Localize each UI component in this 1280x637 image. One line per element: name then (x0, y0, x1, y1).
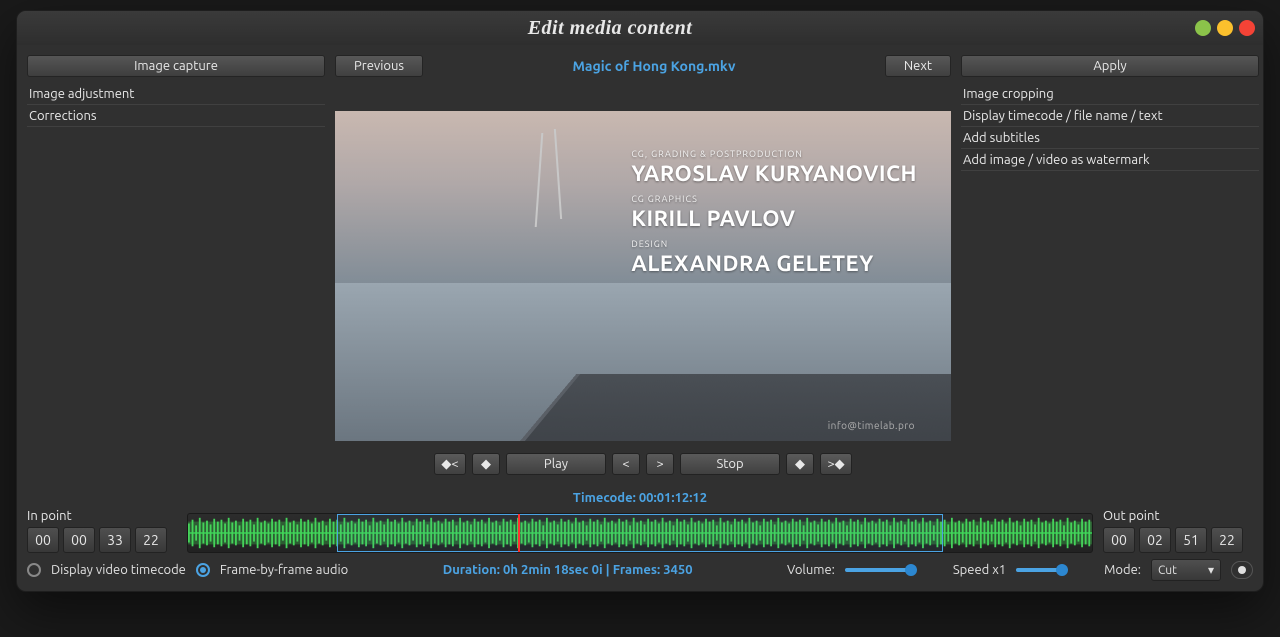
credits-role-3: DESIGN (631, 239, 917, 249)
maximize-button[interactable] (1217, 20, 1233, 36)
main-area: Image capture Image adjustment Correctio… (17, 45, 1263, 485)
step-forward-marker-button[interactable]: ◆ (786, 453, 814, 475)
timeline-area: Timecode: 00:01:12:12 In point 00 00 33 … (17, 485, 1263, 591)
credits-name-3: ALEXANDRA GELETEY (631, 251, 917, 276)
go-to-out-point-button[interactable]: >◆ (820, 453, 852, 475)
duration-label: Duration: 0h 2min 18sec 0i | Frames: 345… (358, 563, 777, 577)
preview-eye-icon[interactable] (1231, 561, 1253, 579)
sidebar-item-corrections[interactable]: Corrections (27, 105, 325, 127)
playback-controls: ◆< ◆ Play < > Stop ◆ >◆ (434, 453, 852, 475)
selection-region[interactable] (337, 514, 943, 552)
in-hh[interactable]: 00 (27, 527, 59, 553)
out-hh[interactable]: 00 (1103, 527, 1135, 553)
timecode-label: Timecode: 00:01:12:12 (27, 491, 1253, 505)
sidebar-item-add-watermark[interactable]: Add image / video as watermark (961, 149, 1259, 171)
play-button[interactable]: Play (506, 453, 606, 475)
display-timecode-radio[interactable] (27, 563, 41, 577)
playhead[interactable] (518, 514, 520, 552)
watermark-text: info@timelab.pro (828, 420, 915, 431)
speed-label: Speed x1 (953, 563, 1006, 577)
image-capture-header[interactable]: Image capture (27, 55, 325, 77)
frame-audio-radio[interactable] (196, 563, 210, 577)
speed-slider[interactable] (1016, 568, 1066, 572)
bottom-bar: Display video timecode Frame-by-frame au… (27, 553, 1253, 581)
mode-select[interactable]: Cut ▾ (1151, 559, 1221, 581)
audio-waveform[interactable] (187, 513, 1093, 553)
display-timecode-label: Display video timecode (51, 563, 186, 577)
center-header: Previous Magic of Hong Kong.mkv Next (335, 55, 951, 77)
out-point-block: Out point 00 02 51 22 (1103, 509, 1253, 553)
out-point-label: Out point (1103, 509, 1253, 523)
step-back-marker-button[interactable]: ◆ (472, 453, 500, 475)
volume-slider[interactable] (845, 568, 915, 572)
next-button[interactable]: Next (885, 55, 951, 77)
in-ss[interactable]: 33 (99, 527, 131, 553)
titlebar: Edit media content (17, 11, 1263, 45)
out-mm[interactable]: 02 (1139, 527, 1171, 553)
apply-header[interactable]: Apply (961, 55, 1259, 77)
center-panel: Previous Magic of Hong Kong.mkv Next CG,… (335, 55, 951, 475)
frame-audio-label: Frame-by-frame audio (220, 563, 348, 577)
credits-role-1: CG, GRADING & POSTPRODUCTION (631, 149, 917, 159)
minimize-button[interactable] (1195, 20, 1211, 36)
filename-label: Magic of Hong Kong.mkv (423, 58, 885, 74)
in-mm[interactable]: 00 (63, 527, 95, 553)
go-to-in-point-button[interactable]: ◆< (434, 453, 466, 475)
close-button[interactable] (1239, 20, 1255, 36)
mode-value: Cut (1158, 564, 1177, 577)
in-point-block: In point 00 00 33 22 (27, 509, 177, 553)
sidebar-item-display-timecode[interactable]: Display timecode / file name / text (961, 105, 1259, 127)
in-ff[interactable]: 22 (135, 527, 167, 553)
video-credits-overlay: CG, GRADING & POSTPRODUCTION YAROSLAV KU… (631, 141, 917, 276)
in-point-label: In point (27, 509, 177, 523)
window-buttons (1195, 20, 1255, 36)
credits-name-2: KIRILL PAVLOV (631, 206, 917, 231)
credits-role-2: CG GRAPHICS (631, 194, 917, 204)
sidebar-item-add-subtitles[interactable]: Add subtitles (961, 127, 1259, 149)
out-ss[interactable]: 51 (1175, 527, 1207, 553)
credits-name-1: YAROSLAV KURYANOVICH (631, 161, 917, 186)
right-panel: Apply Image cropping Display timecode / … (961, 55, 1259, 475)
chevron-down-icon: ▾ (1208, 563, 1214, 577)
volume-label: Volume: (787, 563, 835, 577)
sidebar-item-image-cropping[interactable]: Image cropping (961, 83, 1259, 105)
mode-label: Mode: (1104, 563, 1141, 577)
video-preview[interactable]: CG, GRADING & POSTPRODUCTION YAROSLAV KU… (335, 111, 951, 441)
previous-button[interactable]: Previous (335, 55, 423, 77)
window-title: Edit media content (25, 17, 1195, 40)
out-ff[interactable]: 22 (1211, 527, 1243, 553)
sidebar-item-image-adjustment[interactable]: Image adjustment (27, 83, 325, 105)
step-back-button[interactable]: < (612, 453, 640, 475)
step-forward-button[interactable]: > (646, 453, 674, 475)
stop-button[interactable]: Stop (680, 453, 780, 475)
app-window: Edit media content Image capture Image a… (16, 10, 1264, 592)
left-panel: Image capture Image adjustment Correctio… (27, 55, 325, 475)
timeline-row: In point 00 00 33 22 (27, 509, 1253, 553)
